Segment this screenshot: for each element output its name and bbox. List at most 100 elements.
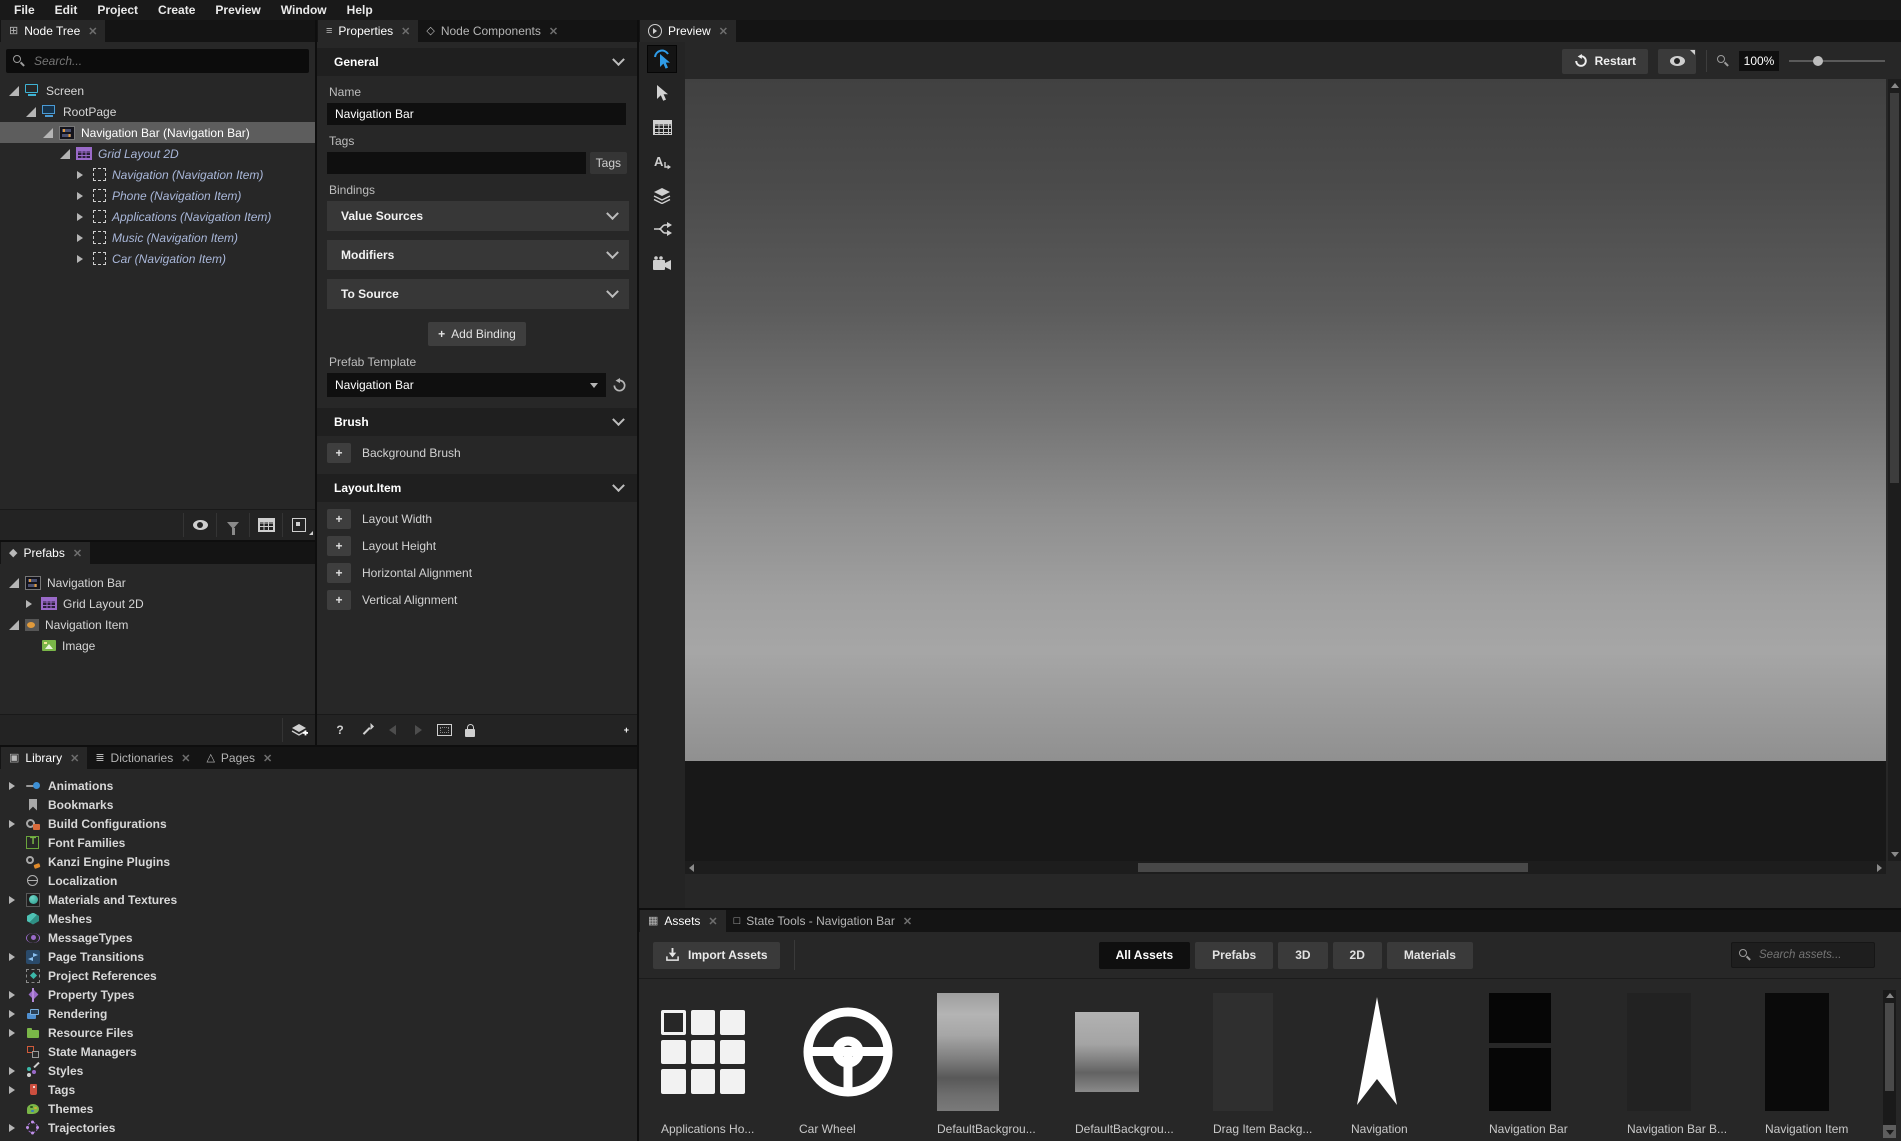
collapsed-arrow-icon[interactable] — [77, 171, 83, 179]
grid-tool-button[interactable] — [647, 113, 677, 141]
section-brush[interactable]: Brush — [317, 408, 637, 436]
menu-window[interactable]: Window — [271, 1, 337, 19]
tree-row-car[interactable]: Car (Navigation Item) — [0, 248, 315, 269]
close-icon[interactable]: ✕ — [549, 25, 558, 38]
collapsed-arrow-icon[interactable] — [77, 192, 83, 200]
collapsed-arrow-icon[interactable] — [9, 1029, 15, 1037]
asset-navigation-item[interactable]: Navigation Item — [1765, 991, 1895, 1136]
asset-default-background-2[interactable]: DefaultBackgrou... — [1075, 991, 1205, 1136]
expand-arrow-icon[interactable] — [26, 107, 36, 117]
back-button[interactable] — [379, 725, 405, 735]
expand-arrow-icon[interactable] — [60, 149, 70, 159]
collapsed-arrow-icon[interactable] — [9, 1067, 15, 1075]
library-item-messagetypes[interactable]: MessageTypes — [0, 928, 637, 947]
prefab-row-image[interactable]: Image — [0, 635, 315, 656]
collapsed-arrow-icon[interactable] — [9, 820, 15, 828]
preview-canvas[interactable] — [685, 79, 1886, 761]
add-layout-width-button[interactable]: + — [327, 509, 351, 529]
asset-navigation[interactable]: Navigation — [1351, 991, 1481, 1136]
add-binding-button[interactable]: + Add Binding — [428, 322, 526, 346]
library-item-resource-files[interactable]: Resource Files — [0, 1023, 637, 1042]
library-item-themes[interactable]: Themes — [0, 1099, 637, 1118]
text-tool-button[interactable]: A — [647, 147, 677, 175]
collapsed-arrow-icon[interactable] — [9, 782, 15, 790]
library-item-page-transitions[interactable]: Page Transitions — [0, 947, 637, 966]
asset-default-background-1[interactable]: DefaultBackgrou... — [937, 991, 1067, 1136]
zoom-level-value[interactable]: 100% — [1739, 51, 1779, 71]
prefab-template-select[interactable]: Navigation Bar — [327, 373, 606, 397]
name-field[interactable] — [327, 103, 626, 125]
zoom-slider[interactable] — [1789, 54, 1885, 68]
preview-vertical-scrollbar[interactable] — [1888, 79, 1901, 861]
filter-all-assets[interactable]: All Assets — [1099, 942, 1191, 969]
library-item-property-types[interactable]: Property Types — [0, 985, 637, 1004]
close-icon[interactable]: ✕ — [88, 25, 97, 38]
reset-icon[interactable] — [612, 378, 627, 393]
section-layout-item[interactable]: Layout.Item — [317, 474, 637, 502]
restart-button[interactable]: Restart — [1562, 49, 1648, 74]
library-item-bookmarks[interactable]: Bookmarks — [0, 795, 637, 814]
close-icon[interactable]: ✕ — [70, 752, 79, 765]
menu-edit[interactable]: Edit — [45, 1, 88, 19]
library-item-materials-and-textures[interactable]: Materials and Textures — [0, 890, 637, 909]
search-input[interactable] — [32, 53, 302, 69]
scroll-up-icon[interactable] — [1891, 83, 1899, 88]
expand-arrow-icon[interactable] — [9, 86, 19, 96]
library-item-styles[interactable]: Styles — [0, 1061, 637, 1080]
scroll-right-icon[interactable] — [1877, 864, 1882, 872]
collapsed-arrow-icon[interactable] — [77, 213, 83, 221]
node-tree-search[interactable] — [6, 49, 309, 73]
collapsed-arrow-icon[interactable] — [9, 991, 15, 999]
interact-tool-button[interactable] — [647, 45, 677, 73]
scrollbar-thumb[interactable] — [1890, 93, 1899, 483]
reset-layout-button[interactable] — [353, 724, 379, 737]
grid-view-button[interactable] — [249, 513, 282, 537]
close-icon[interactable]: ✕ — [263, 752, 272, 765]
asset-navigation-bar[interactable]: Navigation Bar — [1489, 991, 1619, 1136]
collapsed-arrow-icon[interactable] — [9, 1124, 15, 1132]
menu-file[interactable]: File — [4, 1, 45, 19]
collapsed-arrow-icon[interactable] — [9, 1010, 15, 1018]
library-item-rendering[interactable]: Rendering — [0, 1004, 637, 1023]
modifiers-header[interactable]: Modifiers — [327, 240, 629, 270]
tree-row-grid-layout[interactable]: Grid Layout 2D — [0, 143, 315, 164]
tree-row-applications[interactable]: Applications (Navigation Item) — [0, 206, 315, 227]
tree-row-navigation-bar[interactable]: Navigation Bar (Navigation Bar) — [0, 122, 315, 143]
asset-applications-home[interactable]: Applications Ho... — [661, 991, 791, 1136]
add-vertical-alignment-button[interactable]: + — [327, 590, 351, 610]
menu-preview[interactable]: Preview — [205, 1, 270, 19]
preview-visibility-button[interactable] — [1658, 49, 1696, 74]
filter-materials[interactable]: Materials — [1387, 942, 1473, 969]
preview-viewport[interactable] — [685, 79, 1886, 861]
assets-search[interactable] — [1731, 942, 1875, 968]
zoom-slider-thumb[interactable] — [1813, 56, 1823, 66]
collapsed-arrow-icon[interactable] — [9, 1086, 15, 1094]
tab-preview[interactable]: Preview ✕ — [640, 20, 736, 42]
prefab-row-grid-layout[interactable]: Grid Layout 2D — [0, 593, 315, 614]
branch-tool-button[interactable] — [647, 215, 677, 243]
close-icon[interactable]: ✕ — [181, 752, 190, 765]
scrollbar-thumb[interactable] — [1138, 863, 1528, 872]
forward-button[interactable] — [405, 725, 431, 735]
tab-library[interactable]: ▣ Library ✕ — [1, 747, 87, 769]
filter-prefabs[interactable]: Prefabs — [1195, 942, 1273, 969]
close-icon[interactable]: ✕ — [719, 25, 728, 38]
library-item-trajectories[interactable]: Trajectories — [0, 1118, 637, 1137]
value-sources-header[interactable]: Value Sources — [327, 201, 629, 231]
close-icon[interactable]: ✕ — [401, 25, 410, 38]
collapsed-arrow-icon[interactable] — [9, 953, 15, 961]
scroll-down-button[interactable] — [1883, 1125, 1896, 1138]
library-item-kanzi-engine-plugins[interactable]: Kanzi Engine Plugins — [0, 852, 637, 871]
asset-drag-item-background[interactable]: Drag Item Backg... — [1213, 991, 1343, 1136]
close-icon[interactable]: ✕ — [73, 547, 82, 560]
add-horizontal-alignment-button[interactable]: + — [327, 563, 351, 583]
scrollbar-thumb[interactable] — [1885, 1003, 1894, 1091]
add-layout-height-button[interactable]: + — [327, 536, 351, 556]
scroll-left-icon[interactable] — [689, 864, 694, 872]
to-source-header[interactable]: To Source — [327, 279, 629, 309]
collapsed-arrow-icon[interactable] — [77, 234, 83, 242]
scroll-up-icon[interactable] — [1886, 993, 1894, 998]
visibility-button[interactable] — [183, 513, 216, 537]
display-options-button[interactable] — [282, 513, 315, 537]
section-general[interactable]: General — [317, 48, 637, 76]
